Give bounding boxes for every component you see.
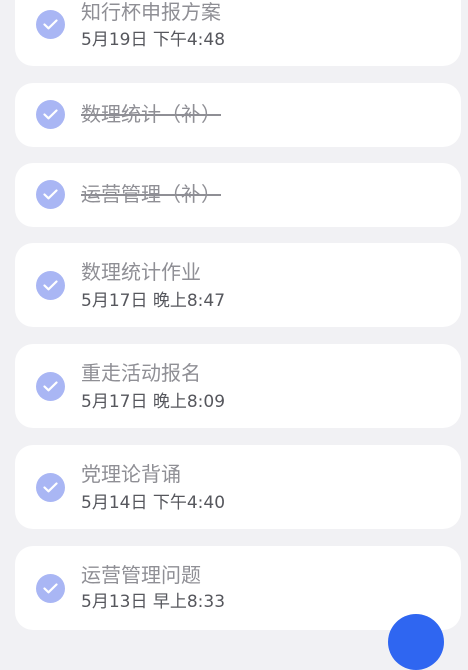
task-time: 5月14日 下午4:40: [81, 493, 226, 513]
add-task-button[interactable]: [388, 614, 444, 670]
task-time: 5月17日 晚上8:47: [81, 291, 226, 311]
task-card[interactable]: 知行杯申报方案 5月19日 下午4:48: [15, 0, 461, 66]
check-icon[interactable]: [36, 574, 65, 603]
check-icon[interactable]: [36, 100, 65, 129]
check-icon[interactable]: [36, 180, 65, 209]
task-title: 数理统计作业: [81, 260, 201, 284]
task-time: 5月17日 晚上8:09: [81, 392, 226, 412]
completed-task-list: 知行杯申报方案 5月19日 下午4:48 数理统计（补） 运营管理（补） 数理统…: [0, 0, 468, 630]
task-card[interactable]: 数理统计（补）: [15, 83, 461, 147]
task-title: 重走活动报名: [81, 361, 201, 385]
check-icon[interactable]: [36, 473, 65, 502]
check-icon[interactable]: [36, 271, 65, 300]
task-card[interactable]: 运营管理（补）: [15, 163, 461, 227]
task-card[interactable]: 运营管理问题 5月13日 早上8:33: [15, 546, 461, 630]
check-icon[interactable]: [36, 10, 65, 39]
task-time: 5月13日 早上8:33: [81, 592, 226, 612]
task-title: 知行杯申报方案: [81, 0, 221, 24]
task-title: 运营管理（补）: [81, 182, 221, 206]
task-title: 党理论背诵: [81, 462, 181, 486]
task-card[interactable]: 党理论背诵 5月14日 下午4:40: [15, 445, 461, 529]
check-icon[interactable]: [36, 372, 65, 401]
task-title: 数理统计（补）: [81, 102, 221, 126]
task-card[interactable]: 数理统计作业 5月17日 晚上8:47: [15, 243, 461, 327]
task-title: 运营管理问题: [81, 563, 201, 587]
task-time: 5月19日 下午4:48: [81, 30, 226, 50]
task-card[interactable]: 重走活动报名 5月17日 晚上8:09: [15, 344, 461, 428]
